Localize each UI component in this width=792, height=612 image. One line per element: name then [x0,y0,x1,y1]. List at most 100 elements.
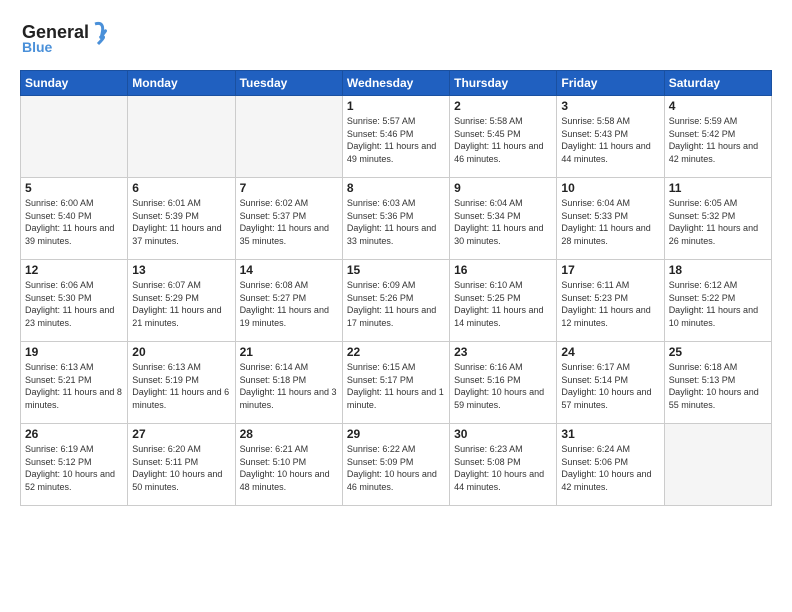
day-number: 10 [561,181,659,195]
header-wednesday: Wednesday [342,71,449,96]
day-number: 29 [347,427,445,441]
day-number: 3 [561,99,659,113]
day-info: Sunrise: 6:10 AMSunset: 5:25 PMDaylight:… [454,279,552,329]
day-number: 17 [561,263,659,277]
day-cell: 19 Sunrise: 6:13 AMSunset: 5:21 PMDayligh… [21,342,128,424]
day-cell: 25 Sunrise: 6:18 AMSunset: 5:13 PMDayligh… [664,342,771,424]
day-number: 12 [25,263,123,277]
day-cell: 30 Sunrise: 6:23 AMSunset: 5:08 PMDayligh… [450,424,557,506]
day-number: 18 [669,263,767,277]
day-cell: 4 Sunrise: 5:59 AMSunset: 5:42 PMDaylight… [664,96,771,178]
day-cell [128,96,235,178]
day-cell: 27 Sunrise: 6:20 AMSunset: 5:11 PMDayligh… [128,424,235,506]
day-cell: 17 Sunrise: 6:11 AMSunset: 5:23 PMDayligh… [557,260,664,342]
day-number: 23 [454,345,552,359]
day-info: Sunrise: 5:57 AMSunset: 5:46 PMDaylight:… [347,115,445,165]
day-cell: 23 Sunrise: 6:16 AMSunset: 5:16 PMDayligh… [450,342,557,424]
day-cell: 28Sunrise: 6:21 AMSunset: 5:10 PMDayligh… [235,424,342,506]
day-number: 28 [240,427,338,441]
day-cell: 3 Sunrise: 5:58 AMSunset: 5:43 PMDaylight… [557,96,664,178]
day-number: 27 [132,427,230,441]
day-cell: 22 Sunrise: 6:15 AMSunset: 5:17 PMDayligh… [342,342,449,424]
day-cell: 31 Sunrise: 6:24 AMSunset: 5:06 PMDayligh… [557,424,664,506]
day-number: 15 [347,263,445,277]
day-number: 8 [347,181,445,195]
day-number: 9 [454,181,552,195]
logo: General Blue [20,16,110,58]
day-number: 4 [669,99,767,113]
day-cell: 15 Sunrise: 6:09 AMSunset: 5:26 PMDayligh… [342,260,449,342]
day-number: 25 [669,345,767,359]
header-tuesday: Tuesday [235,71,342,96]
day-info: Sunrise: 6:06 AMSunset: 5:30 PMDaylight:… [25,279,123,329]
day-info: Sunrise: 6:14 AMSunset: 5:18 PMDaylight:… [240,361,338,411]
day-number: 5 [25,181,123,195]
week-row-4: 19 Sunrise: 6:13 AMSunset: 5:21 PMDayligh… [21,342,772,424]
day-number: 20 [132,345,230,359]
day-info: Sunrise: 5:59 AMSunset: 5:42 PMDaylight:… [669,115,767,165]
day-number: 2 [454,99,552,113]
day-cell: 10Sunrise: 6:04 AMSunset: 5:33 PMDayligh… [557,178,664,260]
day-info: Sunrise: 6:03 AMSunset: 5:36 PMDaylight:… [347,197,445,247]
day-number: 26 [25,427,123,441]
day-number: 22 [347,345,445,359]
day-number: 16 [454,263,552,277]
day-info: Sunrise: 6:09 AMSunset: 5:26 PMDaylight:… [347,279,445,329]
day-info: Sunrise: 6:24 AMSunset: 5:06 PMDaylight:… [561,443,659,493]
week-row-1: 1 Sunrise: 5:57 AMSunset: 5:46 PMDaylight… [21,96,772,178]
day-cell: 24Sunrise: 6:17 AMSunset: 5:14 PMDayligh… [557,342,664,424]
week-row-3: 12 Sunrise: 6:06 AMSunset: 5:30 PMDayligh… [21,260,772,342]
day-number: 6 [132,181,230,195]
day-number: 19 [25,345,123,359]
day-cell: 8 Sunrise: 6:03 AMSunset: 5:36 PMDaylight… [342,178,449,260]
day-cell: 12 Sunrise: 6:06 AMSunset: 5:30 PMDayligh… [21,260,128,342]
day-info: Sunrise: 6:05 AMSunset: 5:32 PMDaylight:… [669,197,767,247]
day-number: 13 [132,263,230,277]
header-sunday: Sunday [21,71,128,96]
day-cell: 26 Sunrise: 6:19 AMSunset: 5:12 PMDayligh… [21,424,128,506]
day-cell: 11 Sunrise: 6:05 AMSunset: 5:32 PMDayligh… [664,178,771,260]
day-cell: 13Sunrise: 6:07 AMSunset: 5:29 PMDayligh… [128,260,235,342]
header: General Blue [20,16,772,58]
day-info: Sunrise: 6:16 AMSunset: 5:16 PMDaylight:… [454,361,552,411]
day-number: 24 [561,345,659,359]
day-cell: 5Sunrise: 6:00 AMSunset: 5:40 PMDaylight… [21,178,128,260]
header-monday: Monday [128,71,235,96]
day-cell: 2Sunrise: 5:58 AMSunset: 5:45 PMDaylight… [450,96,557,178]
day-info: Sunrise: 6:18 AMSunset: 5:13 PMDaylight:… [669,361,767,411]
day-number: 1 [347,99,445,113]
day-info: Sunrise: 6:23 AMSunset: 5:08 PMDaylight:… [454,443,552,493]
week-row-5: 26 Sunrise: 6:19 AMSunset: 5:12 PMDayligh… [21,424,772,506]
day-info: Sunrise: 6:11 AMSunset: 5:23 PMDaylight:… [561,279,659,329]
day-info: Sunrise: 6:13 AMSunset: 5:21 PMDaylight:… [25,361,123,411]
day-info: Sunrise: 6:20 AMSunset: 5:11 PMDaylight:… [132,443,230,493]
day-cell: 20 Sunrise: 6:13 AMSunset: 5:19 PMDayligh… [128,342,235,424]
day-info: Sunrise: 6:19 AMSunset: 5:12 PMDaylight:… [25,443,123,493]
day-info: Sunrise: 6:12 AMSunset: 5:22 PMDaylight:… [669,279,767,329]
logo-icon: General Blue [20,16,110,58]
day-info: Sunrise: 6:02 AMSunset: 5:37 PMDaylight:… [240,197,338,247]
day-info: Sunrise: 6:04 AMSunset: 5:34 PMDaylight:… [454,197,552,247]
day-number: 11 [669,181,767,195]
day-cell: 16 Sunrise: 6:10 AMSunset: 5:25 PMDayligh… [450,260,557,342]
day-number: 31 [561,427,659,441]
day-cell: 1 Sunrise: 5:57 AMSunset: 5:46 PMDaylight… [342,96,449,178]
day-number: 30 [454,427,552,441]
day-info: Sunrise: 5:58 AMSunset: 5:43 PMDaylight:… [561,115,659,165]
day-cell: 21Sunrise: 6:14 AMSunset: 5:18 PMDayligh… [235,342,342,424]
header-thursday: Thursday [450,71,557,96]
day-cell [235,96,342,178]
day-number: 7 [240,181,338,195]
day-info: Sunrise: 6:13 AMSunset: 5:19 PMDaylight:… [132,361,230,411]
day-info: Sunrise: 6:01 AMSunset: 5:39 PMDaylight:… [132,197,230,247]
page-container: General Blue SundayMondayTuesdayWednesda… [0,0,792,516]
header-saturday: Saturday [664,71,771,96]
day-cell: 9 Sunrise: 6:04 AMSunset: 5:34 PMDaylight… [450,178,557,260]
day-cell: 14Sunrise: 6:08 AMSunset: 5:27 PMDayligh… [235,260,342,342]
day-cell: 18 Sunrise: 6:12 AMSunset: 5:22 PMDayligh… [664,260,771,342]
day-info: Sunrise: 6:22 AMSunset: 5:09 PMDaylight:… [347,443,445,493]
header-friday: Friday [557,71,664,96]
day-cell: 29 Sunrise: 6:22 AMSunset: 5:09 PMDayligh… [342,424,449,506]
day-info: Sunrise: 6:08 AMSunset: 5:27 PMDaylight:… [240,279,338,329]
day-info: Sunrise: 6:15 AMSunset: 5:17 PMDaylight:… [347,361,445,411]
